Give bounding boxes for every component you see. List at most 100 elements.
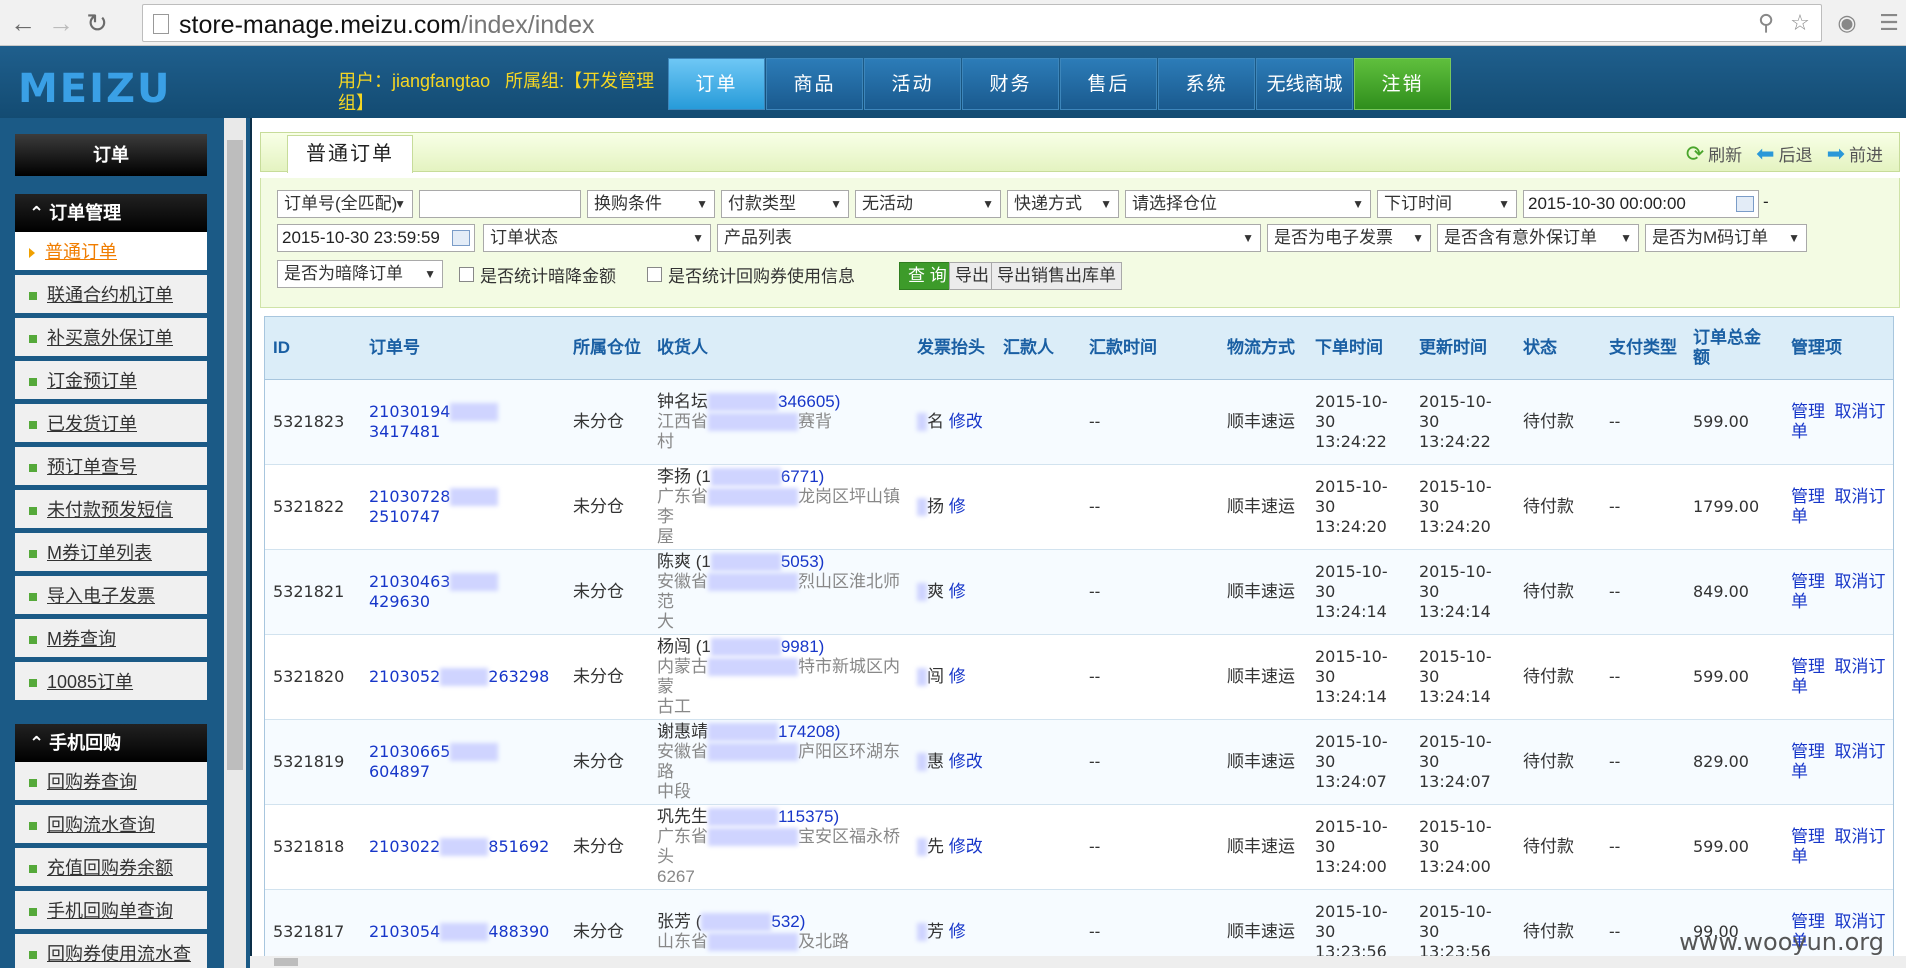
e-invoice-select[interactable]: 是否为电子发票 ▼ — [1267, 224, 1431, 252]
col-receiver[interactable]: 收货人 — [649, 317, 909, 380]
receiver-phone[interactable]: 346605) — [778, 392, 840, 411]
order-status-select[interactable]: 订单状态 ▼ — [483, 224, 711, 252]
menu-icon[interactable]: ☰ — [1876, 10, 1902, 36]
tab-normal-orders[interactable]: 普通订单 — [287, 135, 413, 173]
sidebar-orders-button[interactable]: 订单 — [15, 134, 207, 176]
sidebar-item-shipped-orders[interactable]: 已发货订单 — [15, 404, 207, 444]
express-select[interactable]: 快递方式 ▼ — [1007, 190, 1119, 218]
export-sales-button[interactable]: 导出销售出库单 — [991, 262, 1122, 290]
invoice-edit-link[interactable]: 修 — [949, 497, 966, 516]
receiver-phone[interactable]: 532) — [771, 912, 805, 931]
receiver-phone[interactable]: 9981) — [781, 637, 824, 656]
export-button[interactable]: 导出 — [949, 262, 995, 290]
sidebar-item-recharge-balance[interactable]: 充值回购券余额 — [15, 848, 207, 888]
forward-arrow-icon[interactable]: → — [46, 8, 76, 38]
order-no-link[interactable]: 21030665604897 — [369, 742, 499, 781]
receiver-phone[interactable]: 5053) — [781, 552, 824, 571]
manage-link[interactable]: 管理 — [1791, 487, 1825, 506]
invoice-edit-link[interactable]: 修 — [949, 667, 966, 686]
order-no-input[interactable] — [419, 190, 581, 218]
col-remit-time[interactable]: 汇款时间 — [1081, 317, 1219, 380]
key-icon[interactable]: ⚲ — [1753, 10, 1779, 36]
sidebar-item-10085-orders[interactable]: 10085订单 — [15, 662, 207, 702]
col-updated[interactable]: 更新时间 — [1411, 317, 1515, 380]
col-total[interactable]: 订单总金额 — [1685, 317, 1783, 380]
stat-dark-amount-checkbox[interactable]: 是否统计暗降金额 — [459, 262, 616, 287]
receiver-phone[interactable]: 115375) — [778, 807, 839, 826]
pay-type-select[interactable]: 付款类型 ▼ — [721, 190, 849, 218]
col-id[interactable]: ID — [265, 317, 361, 380]
calendar-icon[interactable] — [452, 230, 470, 246]
invoice-edit-link[interactable]: 修改 — [949, 412, 983, 431]
manage-link[interactable]: 管理 — [1791, 402, 1825, 421]
sidebar-item-buyback-coupon[interactable]: 回购券查询 — [15, 762, 207, 802]
order-no-type-select[interactable]: 订单号(全匹配) ▼ — [277, 190, 413, 218]
invoice-edit-link[interactable]: 修 — [949, 582, 966, 601]
swap-condition-select[interactable]: 换购条件 ▼ — [587, 190, 715, 218]
sidebar-item-insurance-orders[interactable]: 补买意外保订单 — [15, 318, 207, 358]
sidebar-item-preorder-lookup[interactable]: 预订单查号 — [15, 447, 207, 487]
menu-orders[interactable]: 订单 — [668, 58, 765, 110]
sidebar-item-coupon-usage-flow[interactable]: 回购券使用流水查 — [15, 934, 207, 968]
manage-link[interactable]: 管理 — [1791, 742, 1825, 761]
scrollbar-thumb[interactable] — [274, 958, 298, 966]
forward-button[interactable]: ➡ 前进 — [1827, 141, 1883, 166]
sidebar-group-order-management[interactable]: ⌃ 订单管理 — [15, 194, 207, 232]
menu-activities[interactable]: 活动 — [864, 58, 961, 110]
scrollbar-thumb[interactable] — [227, 140, 243, 770]
menu-products[interactable]: 商品 — [766, 58, 863, 110]
order-no-link[interactable]: 2103052 263298 — [369, 667, 549, 686]
checkbox-box[interactable] — [647, 267, 662, 282]
order-no-link[interactable]: 2103022 851692 — [369, 837, 549, 856]
receiver-phone[interactable]: 6771) — [781, 467, 824, 486]
col-created[interactable]: 下单时间 — [1307, 317, 1411, 380]
manage-link[interactable]: 管理 — [1791, 572, 1825, 591]
logout-button[interactable]: 注销 — [1354, 58, 1451, 110]
col-remitter[interactable]: 汇款人 — [995, 317, 1081, 380]
mcode-select[interactable]: 是否为M码订单 ▼ — [1645, 224, 1807, 252]
col-invoice-title[interactable]: 发票抬头 — [909, 317, 995, 380]
order-no-link[interactable]: 210307282510747 — [369, 487, 499, 526]
sidebar-scrollbar[interactable] — [224, 118, 246, 968]
sidebar-group-phone-buyback[interactable]: ⌃ 手机回购 — [15, 724, 207, 762]
invoice-edit-link[interactable]: 修改 — [949, 837, 983, 856]
sidebar-item-buyback-flow[interactable]: 回购流水查询 — [15, 805, 207, 845]
address-bar[interactable]: store-manage.meizu.com/index/index ⚲ ☆ — [142, 4, 1822, 42]
receiver-phone[interactable]: 174208) — [778, 722, 840, 741]
invoice-edit-link[interactable]: 修 — [949, 922, 966, 941]
sidebar-item-unicom-contract[interactable]: 联通合约机订单 — [15, 275, 207, 315]
product-list-select[interactable]: 产品列表 ▼ — [717, 224, 1261, 252]
sidebar-item-mcoupon-query[interactable]: M券查询 — [15, 619, 207, 659]
col-status[interactable]: 状态 — [1515, 317, 1601, 380]
time-type-select[interactable]: 下订时间 ▼ — [1377, 190, 1517, 218]
col-actions[interactable]: 管理项 — [1783, 317, 1893, 380]
sidebar-item-normal-orders[interactable]: 普通订单 — [15, 232, 207, 272]
star-icon[interactable]: ☆ — [1787, 10, 1813, 36]
order-no-link[interactable]: 210301943417481 — [369, 402, 499, 441]
checkbox-box[interactable] — [459, 267, 474, 282]
horizontal-scrollbar[interactable] — [250, 956, 1906, 968]
col-logistics[interactable]: 物流方式 — [1219, 317, 1307, 380]
sidebar-item-deposit-orders[interactable]: 订金预订单 — [15, 361, 207, 401]
col-pay-type[interactable]: 支付类型 — [1601, 317, 1685, 380]
end-time-input[interactable]: 2015-10-30 23:59:59 — [277, 224, 475, 252]
col-order-no[interactable]: 订单号 — [361, 317, 565, 380]
accident-insurance-select[interactable]: 是否含有意外保订单 ▼ — [1437, 224, 1639, 252]
col-warehouse[interactable]: 所属仓位 — [565, 317, 649, 380]
manage-link[interactable]: 管理 — [1791, 827, 1825, 846]
manage-link[interactable]: 管理 — [1791, 657, 1825, 676]
stat-coupon-checkbox[interactable]: 是否统计回购券使用信息 — [647, 262, 855, 287]
invoice-edit-link[interactable]: 修改 — [949, 752, 983, 771]
refresh-button[interactable]: ⟳ 刷新 — [1686, 141, 1742, 166]
sidebar-item-buyback-orders[interactable]: 手机回购单查询 — [15, 891, 207, 931]
warehouse-select[interactable]: 请选择仓位 ▼ — [1125, 190, 1371, 218]
menu-wireless-mall[interactable]: 无线商城 — [1256, 58, 1353, 110]
start-time-input[interactable]: 2015-10-30 00:00:00 — [1523, 190, 1759, 218]
activity-select[interactable]: 无活动 ▼ — [855, 190, 1001, 218]
menu-after-sales[interactable]: 售后 — [1060, 58, 1157, 110]
sidebar-item-mcoupon-orders[interactable]: M券订单列表 — [15, 533, 207, 573]
sidebar-item-import-einvoice[interactable]: 导入电子发票 — [15, 576, 207, 616]
calendar-icon[interactable] — [1736, 196, 1754, 212]
globe-icon[interactable]: ◉ — [1834, 10, 1860, 36]
sidebar-item-unpaid-sms[interactable]: 未付款预发短信 — [15, 490, 207, 530]
